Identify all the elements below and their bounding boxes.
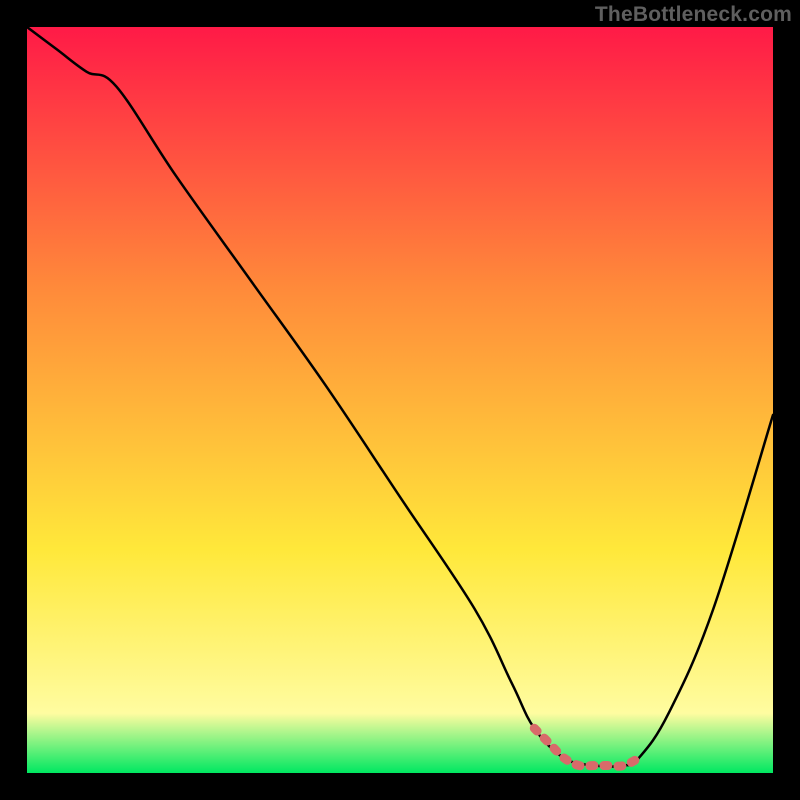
gradient-background [27, 27, 773, 773]
plot-area [27, 27, 773, 773]
chart-svg [27, 27, 773, 773]
chart-frame: TheBottleneck.com [0, 0, 800, 800]
watermark-text: TheBottleneck.com [595, 3, 792, 27]
